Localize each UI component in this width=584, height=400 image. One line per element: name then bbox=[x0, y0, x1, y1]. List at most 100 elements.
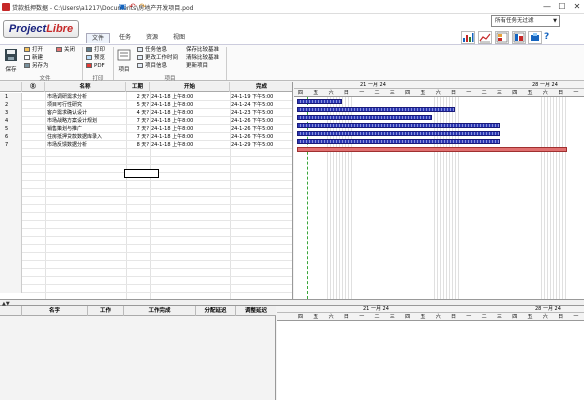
task-bar[interactable] bbox=[297, 123, 500, 128]
task-name[interactable]: 销售策划与推广 bbox=[45, 125, 125, 133]
table-row[interactable] bbox=[0, 229, 292, 237]
other-views-button[interactable] bbox=[528, 31, 542, 44]
table-row[interactable]: 4 市场战略方案设计规划 7 天? 24-1-18 上午8:00 24-1-26 下午5… bbox=[0, 117, 292, 125]
save-baseline-button[interactable]: 保存比较基准 bbox=[186, 47, 219, 54]
save-button[interactable]: 保存 bbox=[2, 48, 20, 73]
resource-view-button[interactable] bbox=[495, 31, 509, 44]
table-row[interactable]: 2 项目可行性研究 5 天? 24-1-18 上午8:00 24-1-24 下午5:00 bbox=[0, 101, 292, 109]
task-finish[interactable]: 24-1-23 下午5:00 bbox=[230, 109, 292, 117]
resource-header-work-done[interactable]: 工作完成 bbox=[124, 306, 196, 316]
task-bar[interactable] bbox=[297, 115, 432, 120]
task-name[interactable]: 市场反馈数据分析 bbox=[45, 141, 125, 149]
header-start[interactable]: 开始 bbox=[150, 82, 230, 92]
task-duration[interactable]: 8 天? bbox=[126, 141, 150, 149]
task-name[interactable]: 项目可行性研究 bbox=[45, 101, 125, 109]
resource-header-assign-delay[interactable]: 分配延迟 bbox=[196, 306, 236, 316]
table-row[interactable] bbox=[0, 253, 292, 261]
task-finish[interactable]: 24-1-24 下午5:00 bbox=[230, 101, 292, 109]
save-icon[interactable]: ▣ bbox=[118, 2, 127, 11]
task-name[interactable]: 市场调研需求分析 bbox=[45, 93, 125, 101]
task-finish[interactable]: 24-1-19 下午5:00 bbox=[230, 93, 292, 101]
task-start[interactable]: 24-1-18 上午8:00 bbox=[150, 117, 230, 125]
table-row[interactable] bbox=[0, 213, 292, 221]
open-button[interactable]: 打开 bbox=[24, 47, 43, 54]
task-bar[interactable] bbox=[297, 147, 567, 152]
preview-button[interactable]: 预览 bbox=[86, 55, 105, 62]
task-info-button[interactable]: 任务信息 bbox=[137, 47, 167, 54]
table-row[interactable] bbox=[0, 149, 292, 157]
task-start[interactable]: 24-1-18 上午8:00 bbox=[150, 125, 230, 133]
task-duration[interactable]: 5 天? bbox=[126, 101, 150, 109]
network-view-button[interactable] bbox=[478, 31, 492, 44]
tab-task[interactable]: 任务 bbox=[113, 33, 137, 43]
task-finish[interactable]: 24-1-29 下午5:00 bbox=[230, 141, 292, 149]
resource-header-level-delay[interactable]: 调整延迟 bbox=[236, 306, 276, 316]
header-indicator[interactable]: ⓪ bbox=[22, 82, 45, 92]
close-window-button[interactable]: ✕ bbox=[570, 1, 584, 12]
task-start[interactable]: 24-1-18 上午8:00 bbox=[150, 101, 230, 109]
task-start[interactable]: 24-1-18 上午8:00 bbox=[150, 133, 230, 141]
task-name[interactable]: 住房抵押贷款数据库录入 bbox=[45, 133, 125, 141]
task-bar[interactable] bbox=[297, 139, 500, 144]
table-row[interactable] bbox=[0, 237, 292, 245]
header-duration[interactable]: 工期 bbox=[126, 82, 150, 92]
task-bar[interactable] bbox=[297, 131, 500, 136]
task-start[interactable]: 24-1-18 上午8:00 bbox=[150, 109, 230, 117]
tab-resource[interactable]: 资源 bbox=[140, 33, 164, 43]
print-button[interactable]: 打印 bbox=[86, 47, 105, 54]
table-row[interactable] bbox=[0, 221, 292, 229]
pdf-button[interactable]: PDF bbox=[86, 63, 105, 70]
task-name[interactable]: 客户需求确认设计 bbox=[45, 109, 125, 117]
table-row[interactable] bbox=[0, 261, 292, 269]
task-start[interactable]: 24-1-18 上午8:00 bbox=[150, 141, 230, 149]
table-row[interactable] bbox=[0, 285, 292, 293]
table-row[interactable] bbox=[0, 189, 292, 197]
selected-cell[interactable] bbox=[124, 169, 159, 178]
task-start[interactable]: 24-1-18 上午8:00 bbox=[150, 93, 230, 101]
header-name[interactable]: 名称 bbox=[45, 82, 126, 92]
table-row[interactable]: 3 客户需求确认设计 4 天? 24-1-18 上午8:00 24-1-23 下午5:0… bbox=[0, 109, 292, 117]
table-row[interactable]: 6 住房抵押贷款数据库录入 7 天? 24-1-18 上午8:00 24-1-26 下午… bbox=[0, 133, 292, 141]
task-duration[interactable]: 7 天? bbox=[126, 133, 150, 141]
maximize-button[interactable]: ☐ bbox=[555, 1, 569, 12]
task-name[interactable]: 市场战略方案设计规划 bbox=[45, 117, 125, 125]
pane-splitter[interactable]: ▲▼ bbox=[0, 299, 584, 307]
redo-icon[interactable]: ↷ bbox=[138, 2, 147, 11]
table-row[interactable] bbox=[0, 245, 292, 253]
close-project-button[interactable]: 关闭 bbox=[56, 47, 75, 54]
table-row[interactable]: 5 销售策划与推广 7 天? 24-1-18 上午8:00 24-1-26 下午5:00 bbox=[0, 125, 292, 133]
task-bar[interactable] bbox=[297, 107, 455, 112]
task-duration[interactable]: 7 天? bbox=[126, 117, 150, 125]
save-as-button[interactable]: 另存为 bbox=[24, 63, 49, 70]
header-finish[interactable]: 完成 bbox=[230, 82, 292, 92]
undo-icon[interactable]: ↶ bbox=[128, 2, 137, 11]
resource-header-name[interactable]: 名字 bbox=[22, 306, 88, 316]
minimize-button[interactable]: — bbox=[540, 1, 554, 12]
task-duration[interactable]: 4 天? bbox=[126, 109, 150, 117]
table-row[interactable] bbox=[0, 205, 292, 213]
update-project-button[interactable]: 更新项目 bbox=[186, 63, 208, 70]
table-row[interactable]: 7 市场反馈数据分析 8 天? 24-1-18 上午8:00 24-1-29 下午5:0… bbox=[0, 141, 292, 149]
table-row[interactable] bbox=[0, 269, 292, 277]
table-row[interactable]: 1 市场调研需求分析 2 天? 24-1-18 上午8:00 24-1-19 下午5:0… bbox=[0, 93, 292, 101]
task-duration[interactable]: 2 天? bbox=[126, 93, 150, 101]
task-bar[interactable] bbox=[297, 99, 342, 104]
report-view-button[interactable] bbox=[512, 31, 526, 44]
project-info-button[interactable]: 项目信息 bbox=[137, 63, 167, 70]
new-project-button[interactable]: 新建 bbox=[24, 55, 43, 62]
task-finish[interactable]: 24-1-26 下午5:00 bbox=[230, 125, 292, 133]
resource-header-work[interactable]: 工作 bbox=[88, 306, 124, 316]
tab-view[interactable]: 视图 bbox=[167, 33, 191, 43]
projects-button[interactable]: 项目 bbox=[115, 48, 133, 73]
table-row[interactable] bbox=[0, 197, 292, 205]
gantt-view-button[interactable] bbox=[461, 31, 475, 44]
task-finish[interactable]: 24-1-26 下午5:00 bbox=[230, 117, 292, 125]
table-row[interactable] bbox=[0, 277, 292, 285]
filter-select[interactable]: 所有任务无过滤 ▼ bbox=[491, 15, 560, 27]
change-worktime-button[interactable]: 更改工作时间 bbox=[137, 55, 178, 62]
table-row[interactable] bbox=[0, 181, 292, 189]
tab-file[interactable]: 文件 bbox=[86, 33, 110, 43]
task-duration[interactable]: 7 天? bbox=[126, 125, 150, 133]
clear-baseline-button[interactable]: 清除比较基准 bbox=[186, 55, 219, 62]
help-icon[interactable]: ? bbox=[544, 32, 553, 42]
